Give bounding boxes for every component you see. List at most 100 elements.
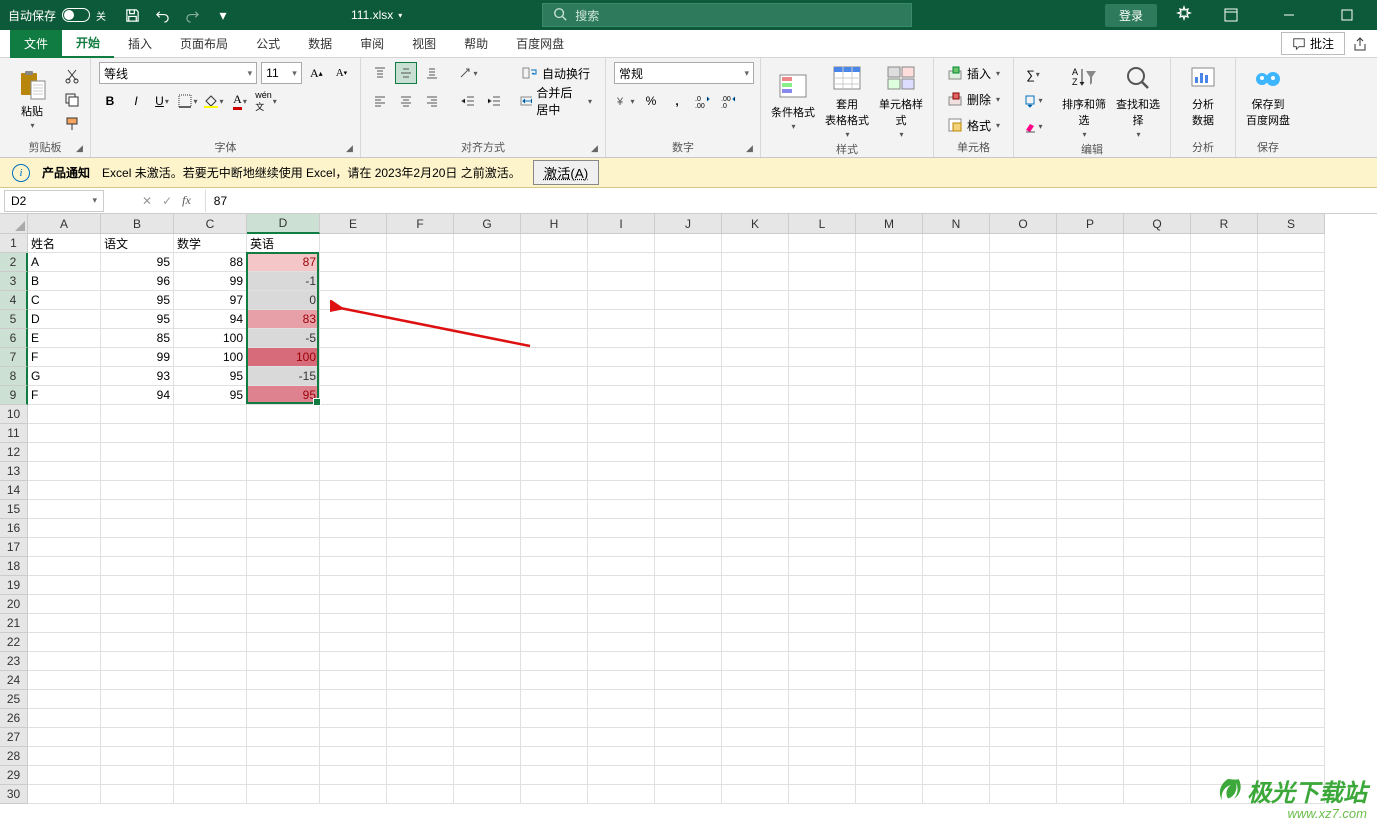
cell[interactable]: 94 bbox=[174, 310, 247, 329]
cell[interactable] bbox=[655, 519, 722, 538]
cell[interactable] bbox=[722, 462, 789, 481]
cell[interactable] bbox=[990, 538, 1057, 557]
cell[interactable] bbox=[454, 462, 521, 481]
column-header[interactable]: F bbox=[387, 214, 454, 234]
cell[interactable] bbox=[174, 538, 247, 557]
cell[interactable] bbox=[387, 557, 454, 576]
cell[interactable] bbox=[320, 443, 387, 462]
cell[interactable] bbox=[1057, 671, 1124, 690]
cell[interactable]: 88 bbox=[174, 253, 247, 272]
cell[interactable] bbox=[1191, 405, 1258, 424]
cell[interactable] bbox=[101, 443, 174, 462]
column-header[interactable]: I bbox=[588, 214, 655, 234]
cell[interactable] bbox=[1057, 329, 1124, 348]
cell[interactable] bbox=[1191, 766, 1258, 785]
cell[interactable] bbox=[320, 595, 387, 614]
cell[interactable] bbox=[521, 310, 588, 329]
cell[interactable] bbox=[1258, 386, 1325, 405]
cell[interactable] bbox=[1124, 329, 1191, 348]
cell[interactable] bbox=[1057, 747, 1124, 766]
column-header[interactable]: E bbox=[320, 214, 387, 234]
cell[interactable] bbox=[174, 500, 247, 519]
cell[interactable] bbox=[320, 785, 387, 804]
accounting-icon[interactable]: ¥▾ bbox=[614, 90, 636, 112]
cell[interactable] bbox=[655, 576, 722, 595]
cell[interactable] bbox=[856, 253, 923, 272]
cell[interactable] bbox=[28, 766, 101, 785]
cell[interactable] bbox=[588, 234, 655, 253]
cell[interactable] bbox=[1124, 747, 1191, 766]
cell[interactable] bbox=[655, 291, 722, 310]
cell[interactable] bbox=[454, 709, 521, 728]
row-header[interactable]: 18 bbox=[0, 557, 28, 576]
tab-data[interactable]: 数据 bbox=[294, 30, 346, 58]
column-header[interactable]: K bbox=[722, 214, 789, 234]
cell[interactable] bbox=[1124, 538, 1191, 557]
cell[interactable] bbox=[28, 595, 101, 614]
cell[interactable] bbox=[247, 728, 320, 747]
cell[interactable] bbox=[1258, 519, 1325, 538]
cell[interactable] bbox=[856, 538, 923, 557]
number-format-combo[interactable]: 常规▾ bbox=[614, 62, 754, 84]
cell[interactable]: E bbox=[28, 329, 101, 348]
cell[interactable] bbox=[387, 234, 454, 253]
cell[interactable] bbox=[387, 367, 454, 386]
cell[interactable] bbox=[990, 500, 1057, 519]
cell[interactable] bbox=[521, 253, 588, 272]
cell[interactable] bbox=[101, 766, 174, 785]
cell[interactable] bbox=[1124, 500, 1191, 519]
cell[interactable] bbox=[1258, 690, 1325, 709]
cell[interactable] bbox=[856, 443, 923, 462]
cell[interactable] bbox=[521, 766, 588, 785]
undo-icon[interactable] bbox=[154, 7, 170, 23]
cell[interactable] bbox=[320, 633, 387, 652]
cell[interactable] bbox=[1124, 671, 1191, 690]
cell[interactable] bbox=[588, 690, 655, 709]
cell[interactable]: -1 bbox=[247, 272, 320, 291]
cell[interactable] bbox=[1057, 310, 1124, 329]
cell[interactable] bbox=[247, 424, 320, 443]
cell[interactable] bbox=[655, 500, 722, 519]
cell[interactable] bbox=[387, 443, 454, 462]
cell[interactable] bbox=[923, 728, 990, 747]
cell[interactable] bbox=[923, 519, 990, 538]
cell[interactable] bbox=[588, 519, 655, 538]
column-header[interactable]: M bbox=[856, 214, 923, 234]
cell[interactable] bbox=[101, 652, 174, 671]
column-header[interactable]: P bbox=[1057, 214, 1124, 234]
cell[interactable] bbox=[923, 405, 990, 424]
cell[interactable] bbox=[789, 310, 856, 329]
cell[interactable] bbox=[320, 557, 387, 576]
cell[interactable] bbox=[722, 576, 789, 595]
cell[interactable] bbox=[1258, 291, 1325, 310]
cell[interactable] bbox=[320, 614, 387, 633]
cell-styles-button[interactable]: 单元格样式▾ bbox=[877, 62, 925, 139]
cell[interactable] bbox=[101, 538, 174, 557]
cell[interactable] bbox=[655, 671, 722, 690]
cell[interactable] bbox=[387, 348, 454, 367]
cell[interactable] bbox=[923, 500, 990, 519]
row-header[interactable]: 28 bbox=[0, 747, 28, 766]
cell[interactable] bbox=[454, 272, 521, 291]
cell[interactable] bbox=[247, 766, 320, 785]
cell[interactable] bbox=[174, 443, 247, 462]
cell[interactable]: 数学 bbox=[174, 234, 247, 253]
cell[interactable]: D bbox=[28, 310, 101, 329]
bold-icon[interactable]: B bbox=[99, 90, 121, 112]
cell[interactable] bbox=[320, 519, 387, 538]
column-header[interactable]: C bbox=[174, 214, 247, 234]
cell[interactable] bbox=[722, 367, 789, 386]
comment-button[interactable]: 批注 bbox=[1281, 32, 1345, 55]
decrease-font-icon[interactable]: A▾ bbox=[331, 62, 352, 84]
cell[interactable] bbox=[1057, 557, 1124, 576]
cell[interactable] bbox=[247, 557, 320, 576]
cell[interactable] bbox=[387, 329, 454, 348]
cell[interactable] bbox=[1124, 633, 1191, 652]
cell[interactable] bbox=[856, 462, 923, 481]
cell[interactable] bbox=[521, 234, 588, 253]
cell[interactable] bbox=[28, 405, 101, 424]
font-size-combo[interactable]: 11▾ bbox=[261, 62, 302, 84]
cell[interactable] bbox=[1191, 557, 1258, 576]
cell[interactable] bbox=[521, 386, 588, 405]
formula-input[interactable]: 87 bbox=[206, 194, 1377, 208]
